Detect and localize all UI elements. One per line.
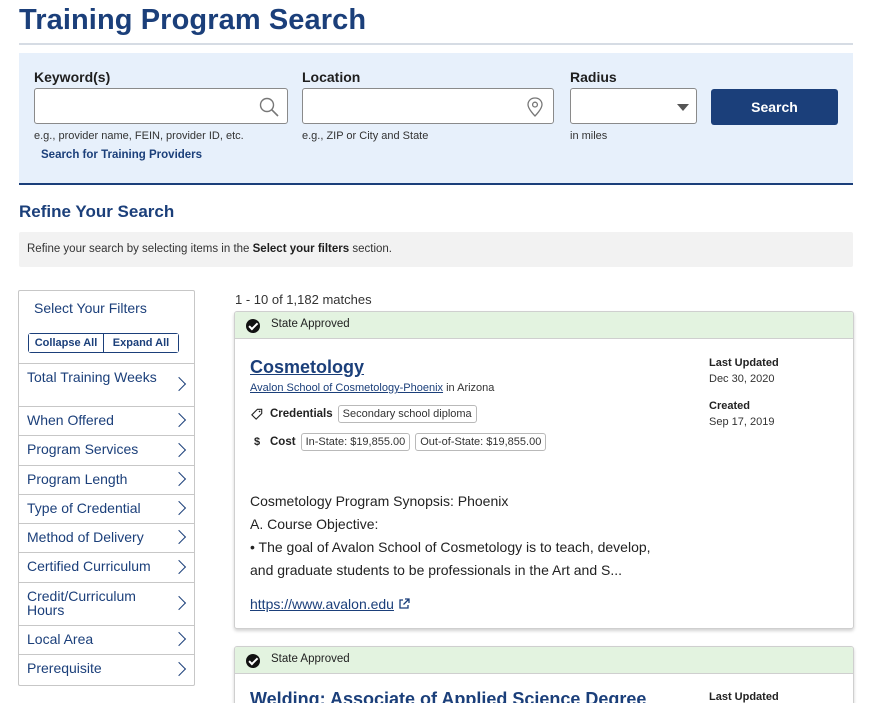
filter-label: Method of Delivery bbox=[27, 529, 144, 545]
chevron-right-icon bbox=[171, 661, 187, 676]
radius-select[interactable] bbox=[570, 88, 697, 124]
chevron-right-icon bbox=[171, 412, 187, 428]
collapse-expand-group: Collapse All Expand All bbox=[28, 333, 179, 353]
search-icon bbox=[259, 97, 279, 117]
search-panel: Keyword(s) e.g., provider name, FEIN, pr… bbox=[19, 53, 853, 185]
credential-pill: Secondary school diploma bbox=[337, 405, 477, 423]
location-hint: e.g., ZIP or City and State bbox=[302, 130, 429, 142]
location-label: Location bbox=[302, 69, 361, 85]
title-divider bbox=[19, 43, 853, 45]
map-pin-icon bbox=[527, 97, 543, 117]
last-updated-label: Last Updated bbox=[709, 691, 779, 703]
chevron-right-icon bbox=[171, 442, 187, 457]
status-bar: State Approved bbox=[235, 647, 853, 674]
dollar-icon: $ bbox=[253, 436, 261, 448]
expand-all-button[interactable]: Expand All bbox=[103, 334, 178, 352]
filter-credit-curriculum-hours[interactable]: Credit/Curriculum Hours bbox=[19, 583, 194, 626]
filter-method-of-delivery[interactable]: Method of Delivery bbox=[19, 524, 194, 553]
cost-out-state-pill: Out-of-State: $19,855.00 bbox=[415, 433, 547, 451]
cost-label: Cost bbox=[270, 436, 296, 448]
refine-instructions: Refine your search by selecting items in… bbox=[19, 232, 853, 267]
chevron-down-icon bbox=[677, 104, 689, 111]
credentials-label: Credentials bbox=[270, 408, 333, 420]
location-input[interactable] bbox=[303, 89, 553, 123]
program-title-link[interactable]: Welding: Associate of Applied Science De… bbox=[250, 689, 646, 703]
chevron-right-icon bbox=[171, 529, 187, 545]
filter-panel: Select Your Filters Collapse All Expand … bbox=[18, 290, 195, 686]
program-title-link[interactable]: Cosmetology bbox=[250, 357, 364, 378]
program-synopsis: Cosmetology Program Synopsis: Phoenix A.… bbox=[250, 490, 690, 582]
filter-label: Total Training Weeks bbox=[27, 369, 157, 385]
filter-program-services[interactable]: Program Services bbox=[19, 436, 194, 466]
synopsis-line: A. Course Objective: bbox=[250, 516, 379, 532]
check-circle-icon bbox=[246, 319, 260, 333]
refine-text-before: Refine your search by selecting items in… bbox=[27, 243, 253, 255]
radius-hint: in miles bbox=[570, 130, 608, 142]
search-button[interactable]: Search bbox=[711, 89, 838, 125]
last-updated-block: Last Updated bbox=[709, 691, 779, 703]
filter-type-of-credential[interactable]: Type of Credential bbox=[19, 495, 194, 524]
status-badge: State Approved bbox=[271, 318, 350, 330]
school-link[interactable]: Avalon School of Cosmetology-Phoenix bbox=[250, 382, 443, 394]
match-count: 1 - 10 of 1,182 matches bbox=[235, 292, 372, 307]
filter-prerequisite[interactable]: Prerequisite bbox=[19, 655, 194, 684]
collapse-all-button[interactable]: Collapse All bbox=[29, 334, 103, 352]
filters-title: Select Your Filters bbox=[34, 300, 147, 316]
cost-in-state-pill: In-State: $19,855.00 bbox=[300, 433, 411, 451]
synopsis-line: • The goal of Avalon School of Cosmetolo… bbox=[250, 539, 651, 555]
filter-label: Type of Credential bbox=[27, 500, 141, 516]
external-link-icon bbox=[399, 598, 410, 609]
filter-label: Program Length bbox=[27, 471, 128, 487]
chevron-right-icon bbox=[171, 559, 187, 574]
created-value: Sep 17, 2019 bbox=[709, 416, 775, 428]
chevron-right-icon bbox=[171, 376, 187, 392]
synopsis-line: Cosmetology Program Synopsis: Phoenix bbox=[250, 493, 509, 509]
search-providers-link[interactable]: Search for Training Providers bbox=[41, 149, 202, 161]
page-title: Training Program Search bbox=[19, 4, 367, 36]
keyword-hint: e.g., provider name, FEIN, provider ID, … bbox=[34, 130, 244, 142]
result-card: State Approved Welding: Associate of App… bbox=[234, 646, 854, 703]
chevron-right-icon bbox=[171, 595, 187, 611]
filter-label: Certified Curriculum bbox=[27, 558, 151, 574]
filter-local-area[interactable]: Local Area bbox=[19, 626, 194, 655]
chevron-right-icon bbox=[171, 500, 187, 516]
synopsis-line: and graduate students to be professional… bbox=[250, 562, 623, 578]
filter-total-training-weeks[interactable]: Total Training Weeks bbox=[19, 364, 194, 407]
refine-text-after: section. bbox=[349, 243, 392, 255]
keyword-label: Keyword(s) bbox=[34, 69, 111, 85]
program-url: https://www.avalon.edu bbox=[250, 596, 394, 612]
filter-label: Prerequisite bbox=[27, 660, 102, 676]
chevron-right-icon bbox=[171, 631, 187, 647]
program-website-link[interactable]: https://www.avalon.edu bbox=[250, 596, 410, 612]
radius-label: Radius bbox=[570, 69, 617, 85]
keyword-field bbox=[34, 88, 288, 124]
status-bar: State Approved bbox=[235, 312, 853, 339]
created-block: Created Sep 17, 2019 bbox=[709, 400, 774, 428]
filter-label: When Offered bbox=[27, 412, 114, 428]
refine-text-bold: Select your filters bbox=[252, 243, 350, 255]
keyword-input[interactable] bbox=[35, 89, 287, 123]
result-card: State Approved Cosmetology Avalon School… bbox=[234, 311, 854, 629]
tag-icon bbox=[251, 408, 263, 420]
chevron-right-icon bbox=[171, 471, 187, 487]
refine-title: Refine Your Search bbox=[19, 202, 175, 221]
status-badge: State Approved bbox=[271, 653, 350, 665]
filter-when-offered[interactable]: When Offered bbox=[19, 407, 194, 436]
last-updated-block: Last Updated Dec 30, 2020 bbox=[709, 357, 779, 385]
location-field bbox=[302, 88, 554, 124]
school-location: in Arizona bbox=[446, 382, 495, 394]
last-updated-label: Last Updated bbox=[709, 357, 779, 369]
cost-row: $ Cost In-State: $19,855.00 Out-of-State… bbox=[250, 433, 551, 451]
filter-label: Local Area bbox=[27, 631, 94, 647]
credentials-row: Credentials Secondary school diploma bbox=[250, 405, 482, 423]
last-updated-value: Dec 30, 2020 bbox=[709, 373, 775, 385]
filter-label: Program Services bbox=[27, 441, 139, 457]
filter-program-length[interactable]: Program Length bbox=[19, 466, 194, 495]
check-circle-icon bbox=[246, 654, 260, 668]
filter-certified-curriculum[interactable]: Certified Curriculum bbox=[19, 553, 194, 583]
filter-label: Credit/Curriculum Hours bbox=[27, 588, 136, 618]
filter-list: Total Training Weeks When Offered Progra… bbox=[19, 363, 194, 684]
created-label: Created bbox=[709, 400, 750, 412]
school-line: Avalon School of Cosmetology-Phoenix in … bbox=[250, 382, 494, 394]
